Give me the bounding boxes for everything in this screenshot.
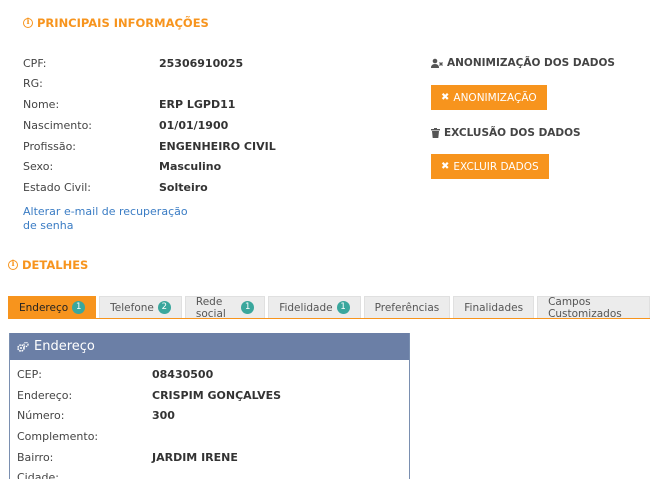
field-label: Cidade: (17, 471, 59, 479)
tab-label: Preferências (374, 301, 440, 314)
field-value: 300 (152, 409, 175, 422)
tab-label: Fidelidade (279, 301, 333, 314)
count-badge: 2 (157, 301, 171, 314)
deletion-heading: EXCLUSÃO DOS DADOS (431, 127, 581, 139)
anonymization-heading: ANONIMIZAÇÃO DOS DADOS (431, 57, 615, 69)
address-panel-header: Endereço (10, 333, 409, 360)
tab-label: Campos Customizados (548, 295, 622, 320)
field-sexo: Sexo: Masculino (23, 160, 323, 174)
tab-label: Rede social (195, 295, 226, 320)
address-field-numero: Número: 300 (17, 409, 397, 423)
trash-icon (431, 128, 440, 138)
tab-label: Telefone (110, 301, 154, 314)
anonymization-heading-text: ANONIMIZAÇÃO DOS DADOS (447, 57, 615, 69)
field-label: CPF: (23, 57, 47, 70)
main-info-title: PRINCIPAIS INFORMAÇÕES (23, 16, 209, 30)
tab-telefone[interactable]: Telefone 2 (99, 296, 182, 318)
recovery-email-link[interactable]: Alterar e-mail de recuperação de senha (23, 205, 193, 233)
tab-fidelidade[interactable]: Fidelidade 1 (268, 296, 361, 318)
details-title: DETALHES (8, 258, 88, 272)
field-value: 25306910025 (159, 57, 244, 70)
count-badge: 1 (336, 301, 350, 314)
address-field-bairro: Bairro: JARDIM IRENE (17, 451, 397, 465)
info-icon (8, 258, 18, 270)
close-icon: ✖ (441, 92, 450, 103)
field-label: Endereço: (17, 389, 73, 402)
field-label: Bairro: (17, 451, 54, 464)
main-info-title-text: PRINCIPAIS INFORMAÇÕES (37, 16, 209, 30)
field-value: JARDIM IRENE (152, 451, 238, 464)
tab-campos-customizados[interactable]: Campos Customizados (537, 295, 650, 320)
anonymization-button[interactable]: ✖ ANONIMIZAÇÃO (431, 85, 547, 110)
field-value: Solteiro (159, 181, 208, 194)
field-label: Nascimento: (23, 119, 93, 132)
gears-icon (17, 341, 29, 352)
info-icon (23, 16, 33, 28)
field-value: CRISPIM GONÇALVES (152, 389, 282, 402)
anonymization-button-label: ANONIMIZAÇÃO (453, 91, 537, 104)
field-profissao: Profissão: ENGENHEIRO CIVIL (23, 140, 323, 154)
close-icon: ✖ (441, 161, 450, 172)
field-nome: Nome: ERP LGPD11 (23, 98, 323, 112)
tab-endereco[interactable]: Endereço 1 (8, 296, 97, 318)
field-value: 01/01/1900 (159, 119, 229, 132)
field-label: Complemento: (17, 430, 99, 443)
tab-preferencias[interactable]: Preferências (363, 296, 451, 318)
field-cpf: CPF: 25306910025 (23, 57, 323, 71)
delete-data-button[interactable]: ✖ EXCLUIR DADOS (431, 154, 549, 179)
field-label: RG: (23, 77, 43, 90)
tab-label: Endereço (19, 301, 69, 314)
deletion-heading-text: EXCLUSÃO DOS DADOS (444, 127, 581, 139)
field-label: CEP: (17, 368, 42, 381)
tab-label: Finalidades (464, 301, 524, 314)
details-tabs: Endereço 1 Telefone 2 Rede social 1 Fide… (8, 295, 650, 320)
field-value: ERP LGPD11 (159, 98, 236, 111)
field-label: Estado Civil: (23, 181, 92, 194)
count-badge: 1 (72, 301, 86, 314)
address-field-complemento: Complemento: (17, 430, 397, 444)
field-label: Nome: (23, 98, 60, 111)
field-label: Sexo: (23, 160, 54, 173)
field-label: Profissão: (23, 140, 77, 153)
field-value: Masculino (159, 160, 222, 173)
address-field-cidade: Cidade: (17, 471, 397, 479)
tab-rede-social[interactable]: Rede social 1 (184, 295, 266, 320)
user-x-icon (431, 58, 443, 68)
field-rg: RG: (23, 77, 323, 91)
field-label: Número: (17, 409, 65, 422)
address-field-endereco: Endereço: CRISPIM GONÇALVES (17, 389, 397, 403)
tab-finalidades[interactable]: Finalidades (453, 296, 535, 318)
address-field-cep: CEP: 08430500 (17, 368, 397, 382)
field-estado-civil: Estado Civil: Solteiro (23, 181, 323, 195)
count-badge: 1 (241, 301, 255, 314)
address-panel-title: Endereço (34, 339, 95, 354)
delete-data-button-label: EXCLUIR DADOS (453, 160, 539, 173)
field-nascimento: Nascimento: 01/01/1900 (23, 119, 323, 133)
address-panel: Endereço CEP: 08430500 Endereço: CRISPIM… (9, 333, 410, 479)
field-value: ENGENHEIRO CIVIL (159, 140, 276, 153)
tab-underline (8, 318, 650, 319)
field-value: 08430500 (152, 368, 214, 381)
details-title-text: DETALHES (22, 258, 89, 272)
